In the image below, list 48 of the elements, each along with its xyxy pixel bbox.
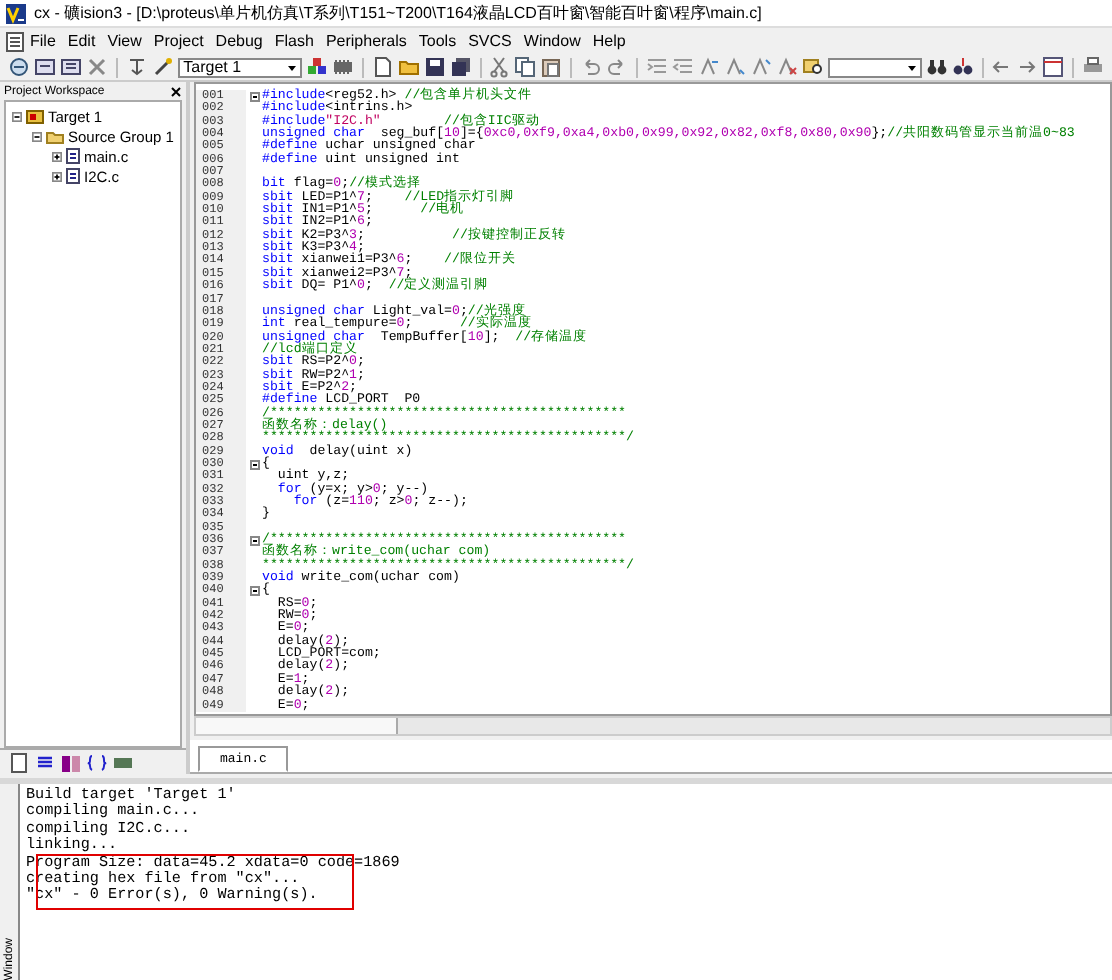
menu-item[interactable]: Tools: [412, 32, 463, 50]
undo-icon[interactable]: [579, 56, 602, 78]
menu-item[interactable]: Debug: [209, 32, 269, 50]
fold-icon[interactable]: [249, 586, 259, 597]
files-tab-icon[interactable]: [8, 751, 30, 773]
file-icon: [66, 148, 80, 164]
cut-icon[interactable]: [488, 56, 511, 78]
menu-item[interactable]: SVCS: [462, 32, 518, 50]
target-icon: [26, 108, 44, 124]
close-icon[interactable]: [170, 85, 182, 97]
functions-tab-icon[interactable]: [86, 751, 108, 773]
components-icon[interactable]: [306, 56, 329, 78]
binoculars-icon[interactable]: [925, 56, 948, 78]
fold-icon[interactable]: [249, 459, 259, 470]
menu-item[interactable]: Edit: [61, 32, 102, 50]
collapse-icon[interactable]: [32, 131, 42, 141]
redo-icon[interactable]: [605, 56, 628, 78]
menu-item[interactable]: Help: [586, 32, 632, 50]
target-dropdown[interactable]: Target 1: [177, 57, 303, 77]
window-title: cx - 礦ision3 - [D:\proteus\单片机仿真\T系列\T151~T200\T164液晶LCD百叶窗\智能百叶窗\程序\main.c]: [34, 2, 762, 24]
menu-item[interactable]: View: [101, 32, 148, 50]
file-icon: [66, 168, 80, 184]
horizontal-scrollbar[interactable]: [194, 716, 1112, 737]
copy-icon[interactable]: [514, 56, 537, 78]
fold-icon[interactable]: [249, 535, 259, 546]
window-list-icon[interactable]: [1042, 56, 1065, 78]
new-file-icon[interactable]: [371, 56, 394, 78]
paste-icon[interactable]: [540, 56, 563, 78]
back-icon[interactable]: [990, 56, 1013, 78]
expand-icon[interactable]: [52, 151, 62, 161]
save-all-icon[interactable]: [449, 56, 472, 78]
menu-item[interactable]: Window: [517, 32, 587, 50]
print-icon[interactable]: [1082, 56, 1105, 78]
fold-icon[interactable]: [249, 91, 259, 102]
menu-item[interactable]: Peripherals: [319, 32, 413, 50]
download-icon[interactable]: [125, 56, 148, 78]
menu-item[interactable]: Flash: [268, 32, 320, 50]
open-folder-icon[interactable]: [397, 56, 420, 78]
save-icon[interactable]: [423, 56, 446, 78]
document-icon[interactable]: [6, 31, 24, 51]
wand-icon[interactable]: [151, 56, 174, 78]
chip-icon[interactable]: [332, 56, 355, 78]
collapse-icon[interactable]: [12, 111, 22, 121]
folder-icon: [46, 129, 64, 143]
menu-item[interactable]: File: [24, 32, 62, 50]
forward-icon[interactable]: [1016, 56, 1039, 78]
expand-icon[interactable]: [52, 171, 62, 181]
menu-item[interactable]: Project: [147, 32, 210, 50]
